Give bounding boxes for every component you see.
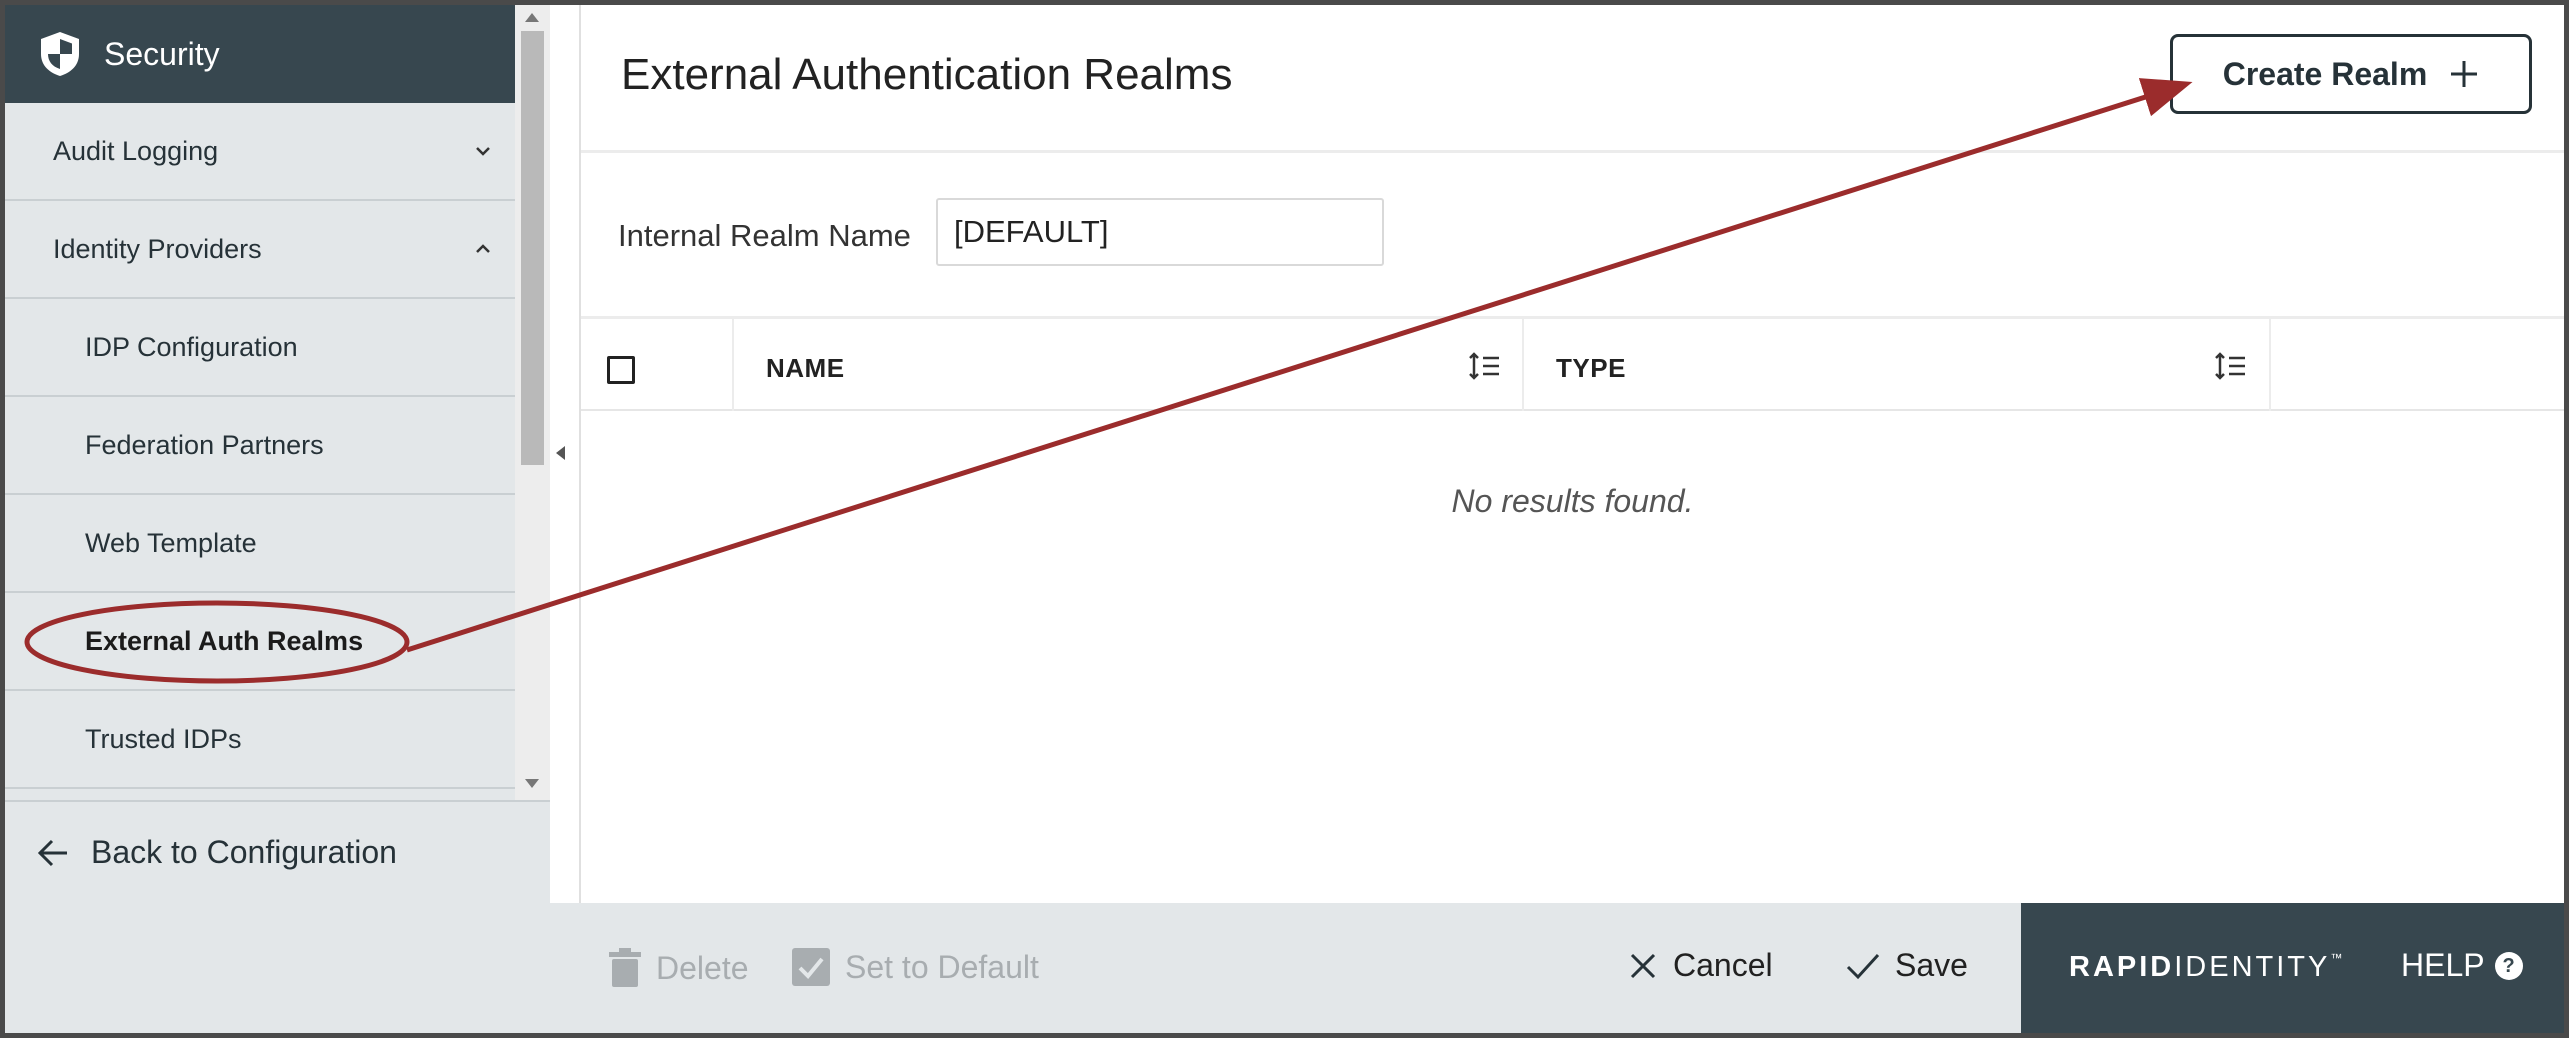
chevron-up-icon	[476, 244, 490, 253]
app-window: Security Audit Logging Identity Provider…	[5, 5, 2564, 1033]
checkbox-checked-icon	[792, 948, 830, 986]
save-button[interactable]: Save	[1845, 947, 1968, 984]
table-header: NAME TYPE	[581, 319, 2564, 411]
sidebar-item-web-template[interactable]: Web Template	[5, 495, 515, 593]
internal-realm-name-input[interactable]	[936, 198, 1384, 266]
delete-label: Delete	[656, 949, 749, 986]
sidebar-item-external-auth-realms[interactable]: External Auth Realms	[5, 593, 515, 691]
help-label: HELP	[2401, 947, 2485, 983]
delete-button[interactable]: Delete	[608, 947, 749, 989]
set-to-default-button[interactable]: Set to Default	[791, 947, 1039, 987]
sidebar-item-label: External Auth Realms	[85, 625, 364, 656]
cancel-button[interactable]: Cancel	[1627, 947, 1773, 984]
trash-icon	[609, 948, 641, 987]
brand-panel: RAPIDIDENTITY™ HELP ?	[2021, 903, 2564, 1033]
sidebar-item-label: Trusted IDPs	[85, 723, 242, 754]
sort-icon[interactable]	[1467, 351, 1501, 381]
shield-icon	[41, 32, 79, 76]
page-title: External Authentication Realms	[621, 50, 1233, 99]
plus-icon	[2451, 61, 2478, 87]
sidebar-item-identity-providers[interactable]: Identity Providers	[5, 201, 515, 299]
create-realm-label: Create Realm	[2222, 55, 2428, 92]
logo-text-bold: RAPID	[2069, 951, 2175, 983]
help-icon: ?	[2494, 951, 2523, 980]
sidebar-title: Security	[104, 35, 220, 72]
column-header-type[interactable]: TYPE	[1556, 353, 1626, 384]
internal-realm-label: Internal Realm Name	[618, 218, 911, 253]
scroll-thumb[interactable]	[521, 31, 544, 465]
trademark-symbol: ™	[2330, 951, 2343, 965]
sidebar: Security Audit Logging Identity Provider…	[5, 5, 550, 903]
select-all-checkbox[interactable]	[607, 356, 635, 384]
column-divider	[2269, 319, 2271, 411]
logo-text-light: IDENTITY	[2174, 951, 2331, 983]
column-divider	[732, 319, 734, 411]
rapididentity-logo: RAPIDIDENTITY™	[2069, 951, 2342, 984]
save-label: Save	[1895, 947, 1968, 983]
main-content: External Authentication Realms Create Re…	[581, 5, 2564, 903]
collapse-sidebar-icon[interactable]	[556, 446, 565, 460]
sort-icon[interactable]	[2213, 351, 2247, 381]
sidebar-item-label: IDP Configuration	[85, 331, 298, 362]
column-header-name[interactable]: NAME	[766, 353, 845, 384]
sidebar-item-federation-partners[interactable]: Federation Partners	[5, 397, 515, 495]
back-to-configuration-link[interactable]: Back to Configuration	[5, 800, 550, 903]
sidebar-item-trusted-idps[interactable]: Trusted IDPs	[5, 691, 515, 789]
sidebar-item-label: Web Template	[85, 527, 257, 558]
sidebar-item-label: Identity Providers	[53, 233, 262, 264]
sidebar-header[interactable]: Security	[5, 5, 515, 103]
back-link-label: Back to Configuration	[91, 834, 397, 870]
create-realm-button[interactable]: Create Realm	[2170, 34, 2532, 114]
sidebar-item-audit-logging[interactable]: Audit Logging	[5, 103, 515, 201]
help-button[interactable]: HELP ?	[2401, 947, 2523, 984]
chevron-down-icon	[476, 147, 490, 156]
empty-table-message: No results found.	[1451, 483, 1694, 519]
sidebar-scrollbar[interactable]	[515, 5, 550, 800]
scroll-up-icon[interactable]	[525, 13, 539, 22]
sidebar-nav: Security Audit Logging Identity Provider…	[5, 5, 515, 800]
close-icon	[1630, 953, 1656, 978]
arrow-left-icon	[37, 839, 67, 866]
cancel-label: Cancel	[1673, 947, 1773, 983]
set-to-default-label: Set to Default	[845, 948, 1039, 985]
scroll-down-icon[interactable]	[525, 779, 539, 788]
check-icon	[1846, 953, 1880, 979]
column-divider	[1522, 319, 1524, 411]
sidebar-item-label: Federation Partners	[85, 429, 324, 460]
footer-toolbar: Delete Set to Default Cancel Save RAPIDI…	[5, 903, 2564, 1033]
sidebar-item-idp-configuration[interactable]: IDP Configuration	[5, 299, 515, 397]
sidebar-item-label: Audit Logging	[53, 135, 219, 166]
divider	[581, 150, 2564, 153]
